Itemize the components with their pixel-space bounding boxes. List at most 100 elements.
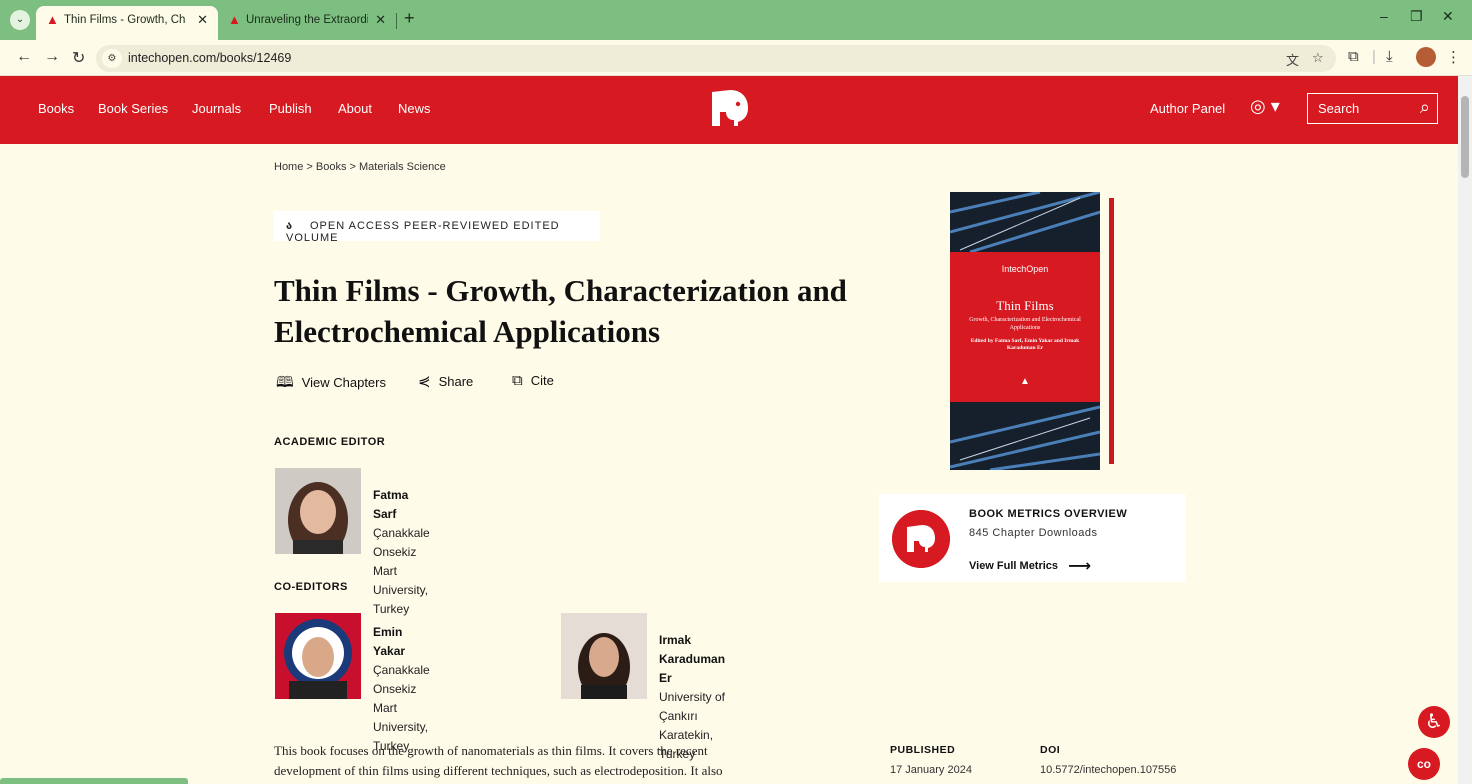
description-line: This book focuses on the growth of nanom… (274, 743, 708, 758)
nav-journals[interactable]: Journals (192, 101, 241, 116)
cover-red-band: IntechOpen Thin Films Growth, Characteri… (950, 252, 1100, 402)
arrow-right-icon: ⟶ (1068, 558, 1091, 575)
editor-affiliation: Çanakkale Onsekiz Mart (373, 663, 430, 715)
cookie-consent-icon[interactable]: co (1408, 748, 1440, 780)
editor-name[interactable]: Fatma Sarf (373, 486, 430, 524)
intechopen-favicon-icon: ▲ (46, 12, 59, 27)
book-metrics-card: BOOK METRICS OVERVIEW 845 Chapter Downlo… (879, 494, 1186, 582)
cite-button[interactable]: ⧉ Cite (512, 372, 554, 389)
editor-name[interactable]: Irmak Karaduman Er (659, 631, 725, 688)
reload-icon[interactable]: ↻ (72, 48, 85, 68)
status-strip (0, 778, 188, 784)
browser-tab-bar: ⌄ ▲ Thin Films - Growth, Characteri ✕ ▲ … (0, 0, 1472, 40)
chapter-downloads: 845 Chapter Downloads (969, 527, 1098, 539)
tab-title: Thin Films - Growth, Characteri (64, 14, 186, 26)
tab-title: Unraveling the Extraordinary Ac (246, 14, 368, 26)
search-icon[interactable]: ⌕ (1420, 97, 1430, 118)
doi-label: DOI (1040, 744, 1061, 756)
profile-avatar[interactable] (1416, 47, 1436, 67)
search-input[interactable]: Search ⌕ (1307, 93, 1438, 124)
metrics-logo-icon (892, 510, 950, 568)
close-window-button[interactable]: ✕ (1442, 8, 1454, 25)
share-button[interactable]: ⋞ Share (418, 372, 473, 390)
open-access-badge: ა OPEN ACCESS PEER-REVIEWED EDITED VOLUME (274, 211, 600, 244)
minimize-button[interactable]: – (1380, 8, 1388, 24)
view-full-metrics-label: View Full Metrics (969, 560, 1059, 572)
editor-affiliation-cont: University, (373, 720, 429, 734)
site-info-icon[interactable]: ⚙ (102, 49, 122, 68)
share-icon: ⋞ (418, 373, 431, 390)
cover-logo-icon: ▲ (1020, 376, 1030, 387)
open-book-icon: 🕮 (276, 374, 294, 391)
extensions-icon[interactable]: ⧉ (1348, 48, 1359, 65)
breadcrumb[interactable]: Home > Books > Materials Science (274, 161, 446, 173)
translate-icon[interactable]: 文 (1286, 50, 1299, 69)
more-menu-icon[interactable]: ⋮ (1446, 48, 1461, 66)
tab-separator (396, 13, 397, 29)
cover-subtitle: Growth, Characterization and Electrochem… (969, 317, 1081, 331)
book-description: This book focuses on the growth of nanom… (274, 741, 804, 781)
forward-arrow-icon[interactable]: → (44, 48, 60, 66)
badge-label: OPEN ACCESS PEER-REVIEWED EDITED VOLUME (286, 220, 560, 244)
author-panel-link[interactable]: Author Panel (1150, 101, 1225, 116)
url-text[interactable]: intechopen.com/books/12469 (128, 51, 291, 65)
metrics-title: BOOK METRICS OVERVIEW (969, 508, 1128, 520)
view-chapters-button[interactable]: 🕮 View Chapters (276, 372, 386, 397)
site-header: Books Book Series Journals Publish About… (0, 76, 1458, 144)
editor-photo-irmak-karaduman-er[interactable] (561, 613, 647, 699)
editor-country: Turkey (373, 602, 410, 616)
close-tab-icon[interactable]: ✕ (197, 6, 208, 34)
published-date: 17 January 2024 (890, 764, 972, 776)
editor-name[interactable]: Emin Yakar (373, 623, 430, 661)
cite-label: Cite (530, 373, 554, 388)
editor-affiliation: Çanakkale Onsekiz Mart University, (373, 526, 430, 597)
scrollbar-thumb[interactable] (1461, 96, 1469, 178)
bookmark-star-icon[interactable]: ☆ (1312, 50, 1324, 66)
academic-editor-label: ACADEMIC EDITOR (274, 436, 386, 448)
book-cover[interactable]: IntechOpen Thin Films Growth, Characteri… (950, 192, 1100, 470)
toolbar-divider: | (1372, 48, 1376, 65)
co-editors-label: CO-EDITORS (274, 581, 348, 593)
user-account-icon[interactable]: ◎ ▾ (1250, 96, 1280, 117)
editor-photo-emin-yakar[interactable] (275, 613, 361, 699)
copy-icon: ⧉ (512, 372, 523, 389)
view-chapters-label: View Chapters (301, 375, 386, 390)
nav-books[interactable]: Books (38, 101, 74, 116)
nav-news[interactable]: News (398, 101, 431, 116)
tab-unraveling[interactable]: ▲ Unraveling the Extraordinary Ac ✕ (218, 6, 396, 40)
book-title: Thin Films - Growth, Characterization an… (274, 270, 894, 352)
restore-button[interactable]: ❐ (1410, 8, 1423, 25)
book-title-line2: Electrochemical Applications (274, 314, 661, 349)
back-arrow-icon[interactable]: ← (16, 48, 32, 66)
intechopen-favicon-icon: ▲ (228, 12, 241, 27)
page-scrollbar[interactable] (1458, 76, 1472, 784)
description-line: development of thin films using differen… (274, 763, 723, 778)
nav-about[interactable]: About (338, 101, 372, 116)
cover-spine (1109, 198, 1114, 464)
published-label: PUBLISHED (890, 744, 956, 756)
intechopen-logo-icon[interactable] (708, 86, 752, 130)
academic-editor-info: Fatma Sarf Çanakkale Onsekiz Mart Univer… (373, 486, 430, 619)
book-title-line1: Thin Films - Growth, Characterization an… (274, 273, 847, 308)
co-editor-info: Emin Yakar Çanakkale Onsekiz Mart Univer… (373, 623, 430, 756)
accessibility-icon[interactable]: ♿ (1418, 706, 1450, 738)
tab-search-button[interactable]: ⌄ (10, 10, 30, 30)
search-placeholder: Search (1318, 101, 1360, 116)
new-tab-button[interactable]: + (404, 8, 415, 29)
share-label: Share (438, 374, 474, 389)
open-lock-icon: ა (286, 220, 294, 232)
address-bar-row: ← → ↻ ⚙ intechopen.com/books/12469 文 ☆ ⧉… (0, 40, 1472, 76)
cover-title: Thin Films (996, 298, 1054, 313)
close-tab-icon[interactable]: ✕ (375, 6, 386, 34)
editor-photo-fatma-sarf[interactable] (275, 468, 361, 554)
editor-affiliation: University of Çankırı Karatekin, (659, 690, 726, 742)
download-icon[interactable]: ⤓ (1386, 48, 1393, 65)
omnibox[interactable]: ⚙ intechopen.com/books/12469 文 ☆ (96, 45, 1336, 72)
nav-publish[interactable]: Publish (269, 101, 312, 116)
cover-publisher: IntechOpen (1001, 264, 1049, 274)
nav-book-series[interactable]: Book Series (98, 101, 168, 116)
cover-editors: Edited by Fatma Sarf, Emin Yakar and Irm… (970, 338, 1080, 351)
view-full-metrics-link[interactable]: View Full Metrics ⟶ (969, 554, 1091, 575)
doi-value[interactable]: 10.5772/intechopen.107556 (1040, 764, 1176, 776)
tab-thin-films[interactable]: ▲ Thin Films - Growth, Characteri ✕ (36, 6, 218, 40)
